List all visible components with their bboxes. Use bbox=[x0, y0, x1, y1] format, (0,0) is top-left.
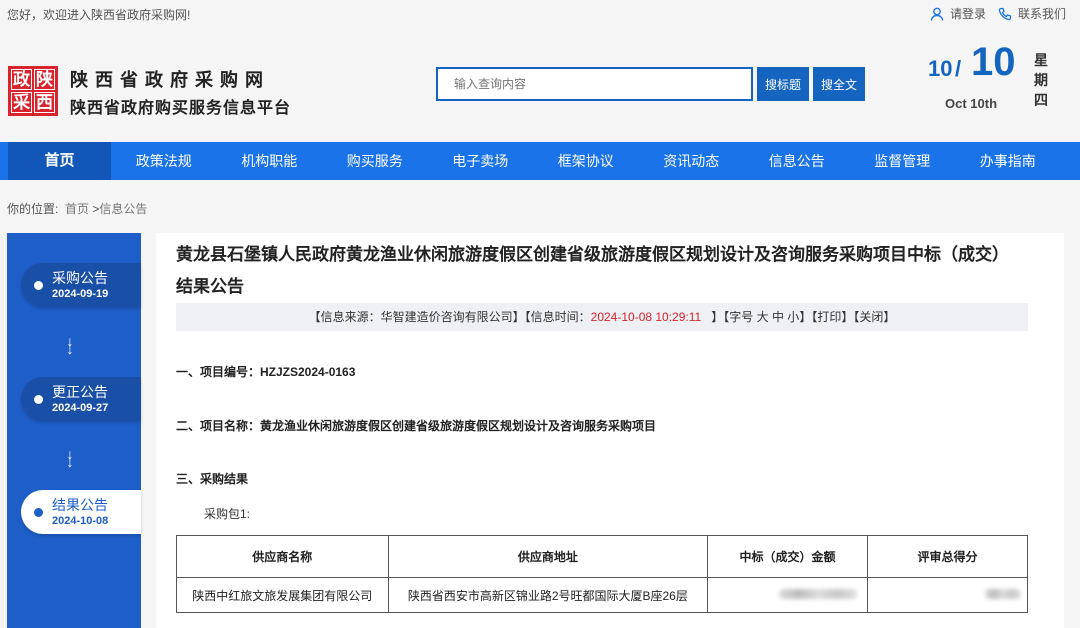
redacted-score bbox=[984, 589, 1021, 599]
table-header: 中标（成交）金额 bbox=[707, 535, 868, 578]
font-size-medium[interactable]: 中 bbox=[772, 310, 784, 324]
main-nav: 首页 政策法规 机构职能 购买服务 电子卖场 框架协议 资讯动态 信息公告 监督… bbox=[0, 142, 1080, 180]
package-label: 采购包1: bbox=[204, 507, 251, 521]
timeline-date: 2024-10-08 bbox=[52, 515, 109, 527]
nav-item-e-mall[interactable]: 电子卖场 bbox=[428, 142, 534, 180]
timeline-date: 2024-09-27 bbox=[52, 402, 109, 414]
table-row: 陕西中红旅文旅发展集团有限公司 陕西省西安市高新区锦业路2号旺都国际大厦B座26… bbox=[176, 577, 1028, 613]
timeline-dot bbox=[34, 395, 43, 404]
nav-item-announcements[interactable]: 信息公告 bbox=[744, 142, 850, 180]
search-input[interactable] bbox=[454, 77, 735, 91]
print-link[interactable]: 【打印】 bbox=[811, 310, 853, 324]
table-header: 供应商地址 bbox=[387, 535, 709, 578]
supplier-address: 陕西省西安市高新区锦业路2号旺都国际大厦B座26层 bbox=[387, 577, 709, 613]
site-title: 陕西省政府采购网 bbox=[70, 70, 270, 90]
project-number: 一、项目编号：HZJZS2024-0163 bbox=[176, 365, 356, 379]
info-font-size-label: 】【字号 bbox=[711, 310, 754, 324]
weekday-char: 四 bbox=[1034, 92, 1048, 108]
top-bar: 您好，欢迎进入陕西省政府采购网! 请登录 联系我们 bbox=[0, 0, 1080, 26]
search-box bbox=[436, 67, 753, 101]
procurement-result-heading: 三、采购结果 bbox=[176, 472, 249, 486]
nav-item-purchase-services[interactable]: 购买服务 bbox=[322, 142, 428, 180]
timeline-date: 2024-09-19 bbox=[52, 288, 109, 300]
nav-item-institutions[interactable]: 机构职能 bbox=[217, 142, 323, 180]
article-panel: 黄龙县石堡镇人民政府黄龙渔业休闲旅游度假区创建省级旅游度假区规划设计及咨询服务采… bbox=[156, 233, 1064, 628]
down-arrow-icon: ↓ ↓ bbox=[66, 446, 74, 470]
supplier-name: 陕西中红旅文旅发展集团有限公司 bbox=[176, 577, 389, 613]
contact-link[interactable]: 联系我们 bbox=[998, 5, 1066, 22]
timeline-dot bbox=[34, 508, 43, 517]
welcome-text: 您好，欢迎进入陕西省政府采购网! bbox=[7, 8, 191, 22]
nav-item-news[interactable]: 资讯动态 bbox=[639, 142, 745, 180]
breadcrumb-label: 你的位置: bbox=[7, 202, 59, 216]
timeline-label: 结果公告 bbox=[52, 497, 108, 513]
project-name: 二、项目名称：黄龙渔业休闲旅游度假区创建省级旅游度假区规划设计及咨询服务采购项目 bbox=[176, 419, 657, 433]
breadcrumb-home[interactable]: 首页 bbox=[65, 202, 89, 216]
date-day: 10 bbox=[971, 40, 1016, 84]
result-table: 供应商名称 供应商地址 中标（成交）金额 评审总得分 陕西中红旅文旅发展集团有限… bbox=[176, 535, 1028, 613]
breadcrumb: 你的位置: 首页 >信息公告 bbox=[7, 200, 147, 217]
date-slash: / bbox=[955, 56, 962, 81]
review-score bbox=[867, 577, 1028, 613]
site-logo[interactable]: 政 陕 采 西 bbox=[8, 66, 58, 116]
timeline-dot bbox=[34, 281, 43, 290]
article-title: 黄龙县石堡镇人民政府黄龙渔业休闲旅游度假区创建省级旅游度假区规划设计及咨询服务采… bbox=[176, 245, 1009, 296]
table-header: 评审总得分 bbox=[867, 535, 1028, 578]
logo-char: 政 bbox=[11, 69, 32, 90]
close-link[interactable]: 【关闭】 bbox=[853, 310, 895, 324]
search-title-button[interactable]: 搜标题 bbox=[757, 67, 809, 101]
table-header-row: 供应商名称 供应商地址 中标（成交）金额 评审总得分 bbox=[176, 535, 1028, 578]
timeline-item-result[interactable]: 结果公告 2024-10-08 bbox=[21, 490, 141, 534]
timeline-label: 更正公告 bbox=[52, 384, 108, 400]
nav-item-supervision[interactable]: 监督管理 bbox=[850, 142, 956, 180]
down-arrow-icon: ↓ ↓ bbox=[66, 333, 74, 357]
site-header: 政 陕 采 西 陕西省政府采购网 陕西省政府购买服务信息平台 搜标题 搜全文 1… bbox=[0, 26, 1080, 142]
info-source: 【信息来源：华智建造价咨询有限公司】【信息时间： bbox=[308, 310, 591, 324]
login-label: 请登录 bbox=[950, 7, 987, 21]
font-size-small[interactable]: 小 bbox=[787, 310, 799, 324]
nav-item-guide[interactable]: 办事指南 bbox=[955, 142, 1061, 180]
info-time: 2024-10-08 10:29:11 bbox=[590, 310, 702, 324]
font-size-large[interactable]: 大 bbox=[757, 310, 769, 324]
nav-item-home[interactable]: 首页 bbox=[8, 142, 111, 180]
search-fulltext-button[interactable]: 搜全文 bbox=[813, 67, 865, 101]
info-bracket: 】 bbox=[799, 310, 812, 324]
logo-char: 采 bbox=[11, 92, 32, 113]
contact-label: 联系我们 bbox=[1018, 7, 1067, 21]
nav-item-framework[interactable]: 框架协议 bbox=[533, 142, 639, 180]
phone-icon bbox=[998, 7, 1012, 20]
timeline-label: 采购公告 bbox=[52, 270, 108, 286]
award-amount bbox=[707, 577, 868, 613]
timeline-item-correction[interactable]: 更正公告 2024-09-27 bbox=[21, 377, 141, 421]
logo-char: 西 bbox=[34, 92, 55, 113]
login-link[interactable]: 请登录 bbox=[930, 5, 986, 22]
timeline-item-procurement[interactable]: 采购公告 2024-09-19 bbox=[21, 263, 141, 307]
date-english: Oct 10th bbox=[945, 96, 998, 111]
nav-item-policy[interactable]: 政策法规 bbox=[111, 142, 217, 180]
user-icon bbox=[930, 7, 944, 21]
weekday-char: 期 bbox=[1034, 72, 1048, 88]
date-month: 10 bbox=[928, 56, 953, 81]
breadcrumb-current[interactable]: 信息公告 bbox=[99, 202, 147, 216]
date-weekday: 星 期 四 bbox=[1033, 50, 1049, 110]
article-info-bar: 【信息来源：华智建造价咨询有限公司】【信息时间：2024-10-08 10:29… bbox=[176, 303, 1028, 331]
table-header: 供应商名称 bbox=[176, 535, 389, 578]
logo-char: 陕 bbox=[34, 69, 55, 90]
announcement-timeline: 采购公告 2024-09-19 ↓ ↓ 更正公告 2024-09-27 ↓ ↓ 结果… bbox=[7, 233, 141, 628]
site-subtitle: 陕西省政府购买服务信息平台 bbox=[70, 100, 292, 117]
redacted-amount bbox=[778, 589, 857, 599]
weekday-char: 星 bbox=[1034, 52, 1048, 68]
